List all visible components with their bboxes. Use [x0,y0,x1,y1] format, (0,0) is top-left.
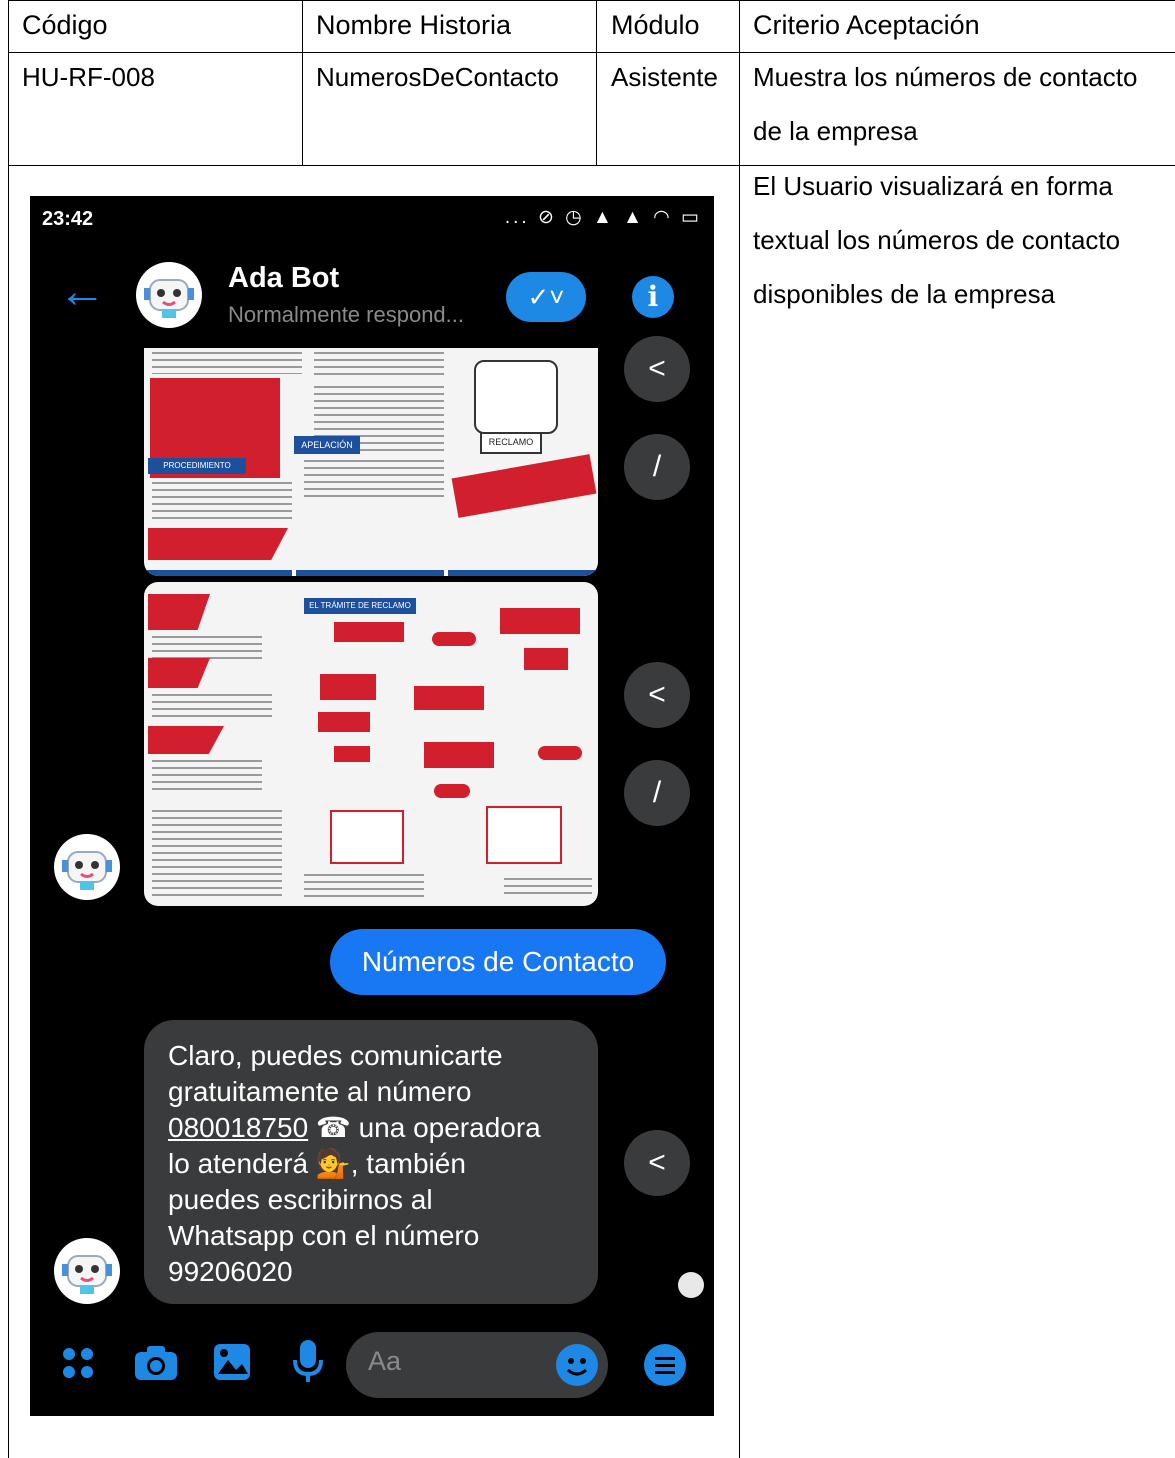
image-badge-procedimiento: PROCEDIMIENTO [148,458,246,474]
phone-screenshot: 23:42 ... ⊘ ◷ ▲ ▲ ◠ ▭ ← Ada Bot Normalme… [30,196,714,1416]
share-icon[interactable]: < [624,336,690,402]
cell-criterio-line2: de la empresa [753,116,918,146]
image-badge-apelacion: APELACIÓN [294,436,360,454]
status-bar-icons: ... ⊘ ◷ ▲ ▲ ◠ ▭ [504,207,702,228]
message-line: lo atenderá 💁, también [168,1148,466,1179]
message-line-rest: ☎ una operadora [308,1112,541,1143]
quick-menu-icon[interactable] [644,1344,686,1386]
bot-name: Ada Bot [228,262,340,294]
description-line-3: disponibles de la empresa [753,279,1056,309]
cell-codigo: HU-RF-008 [22,62,155,92]
table-col-divider-2 [596,0,597,166]
shared-image-2[interactable]: EL TRÁMITE DE RECLAMO [144,582,598,906]
message-line: gratuitamente al número [168,1076,472,1107]
check-dropdown-button[interactable]: ✓˅ [506,272,586,322]
back-arrow-icon[interactable]: ← [58,268,106,316]
cell-nombre: NumerosDeContacto [316,62,559,92]
camera-icon[interactable] [132,1344,180,1390]
header-nombre-historia: Nombre Historia [316,10,512,40]
message-input-placeholder: Aa [368,1346,402,1376]
header-modulo: Módulo [611,10,700,40]
table-top-border [8,0,1175,1]
emoji-icon[interactable] [556,1344,598,1386]
cell-modulo: Asistente [611,62,718,92]
robot-icon [62,1255,112,1294]
bot-avatar-chat [54,1238,120,1304]
cell-criterio-line1: Muestra los números de contacto [753,62,1138,92]
share-icon[interactable]: < [624,662,690,728]
message-line: Claro, puedes comunicarte [168,1040,503,1071]
image-gallery-icon[interactable] [210,1342,254,1390]
message-line: puedes escribirnos al [168,1184,433,1215]
bot-avatar-chat [54,834,120,900]
status-time: 23:42 [42,208,94,230]
message-line: 080018750 ☎ una operadora [168,1110,541,1146]
header-criterio-aceptacion: Criterio Aceptación [753,10,980,40]
robot-icon [144,279,194,318]
image-badge-tramite: EL TRÁMITE DE RECLAMO [304,598,416,614]
robot-icon [62,851,112,890]
table-left-border [8,0,9,1458]
bot-status-subtitle: Normalmente respond... [228,302,464,327]
phone-number-link[interactable]: 080018750 [168,1112,308,1143]
edit-icon[interactable]: / [624,434,690,500]
header-codigo: Código [22,10,108,40]
description-line-2: textual los números de contacto [753,225,1121,255]
incoming-message-bubble[interactable]: Claro, puedes comunicarte gratuitamente … [144,1020,598,1304]
message-line: 99206020 [168,1256,293,1287]
table-col-divider-1 [302,0,303,166]
description-line-1: El Usuario visualizará en forma [753,171,1113,201]
outgoing-message-bubble[interactable]: Números de Contacto [330,929,666,995]
share-icon[interactable]: < [624,1130,690,1196]
message-line: Whatsapp con el número [168,1220,480,1251]
bot-avatar-header [136,262,202,328]
seen-avatar-icon [678,1272,704,1298]
apps-grid-icon[interactable] [58,1346,98,1388]
edit-icon[interactable]: / [624,760,690,826]
shared-image-1[interactable]: APELACIÓN PROCEDIMIENTO RECLAMO [144,348,598,576]
info-icon[interactable]: i [632,276,674,318]
table-col-divider-3 [739,0,740,1458]
microphone-icon[interactable] [288,1338,328,1392]
